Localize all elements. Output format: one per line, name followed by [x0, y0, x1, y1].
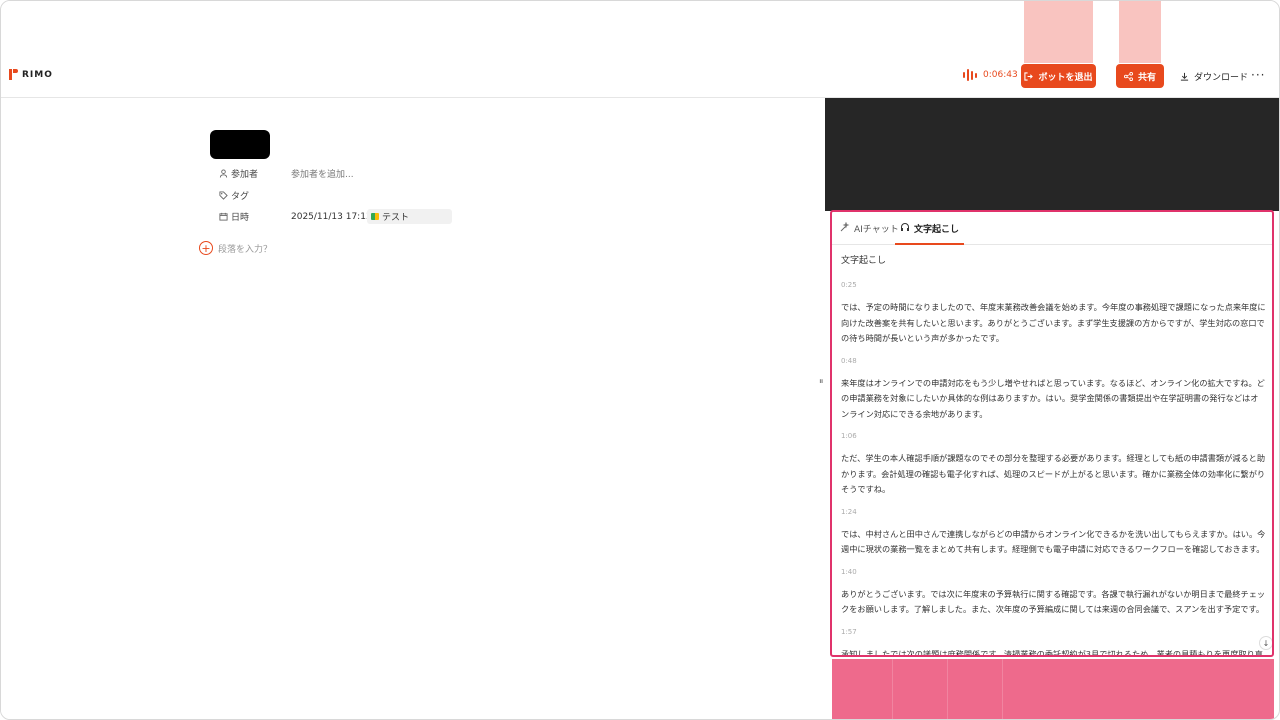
timestamp[interactable]: 1:40	[841, 565, 1266, 579]
tab-transcript[interactable]: 文字起こし	[895, 222, 965, 245]
download-icon	[1180, 72, 1189, 81]
logo-mark-icon	[9, 69, 18, 80]
video-preview	[825, 98, 1279, 211]
transcript-text: では、中村さんと田中さんで連携しながらどの申請からオンライン化できるかを洗い出し…	[841, 528, 1266, 555]
participants-label: 参加者	[231, 170, 259, 180]
transcript-heading: 文字起こし	[841, 256, 887, 266]
transcript-entry[interactable]: 1:40 ありがとうございます。では次に年度末の予算執行に関する確認です。各課で…	[841, 565, 1266, 618]
tag-icon	[217, 190, 229, 202]
timestamp[interactable]: 0:25	[841, 278, 1266, 292]
tab-ai-chat-label: AIチャット	[854, 225, 899, 235]
audio-wave-icon	[963, 68, 977, 82]
scroll-to-bottom-icon[interactable]: ↓	[1259, 636, 1272, 650]
date-row: 日時 2025/11/13 17:13	[217, 210, 372, 223]
calendar-icon	[217, 211, 229, 223]
logo-text: RIMO	[22, 69, 53, 80]
date-value: 2025/11/13 17:13	[291, 211, 372, 222]
transcript-text: では、予定の時間になりましたので、年度末業務改善会議を始めます。今年度の事務処理…	[841, 302, 1266, 343]
page-title-redacted[interactable]	[210, 130, 270, 159]
transcript-entry[interactable]: 1:24 では、中村さんと田中さんで連携しながらどの申請からオンライン化できるか…	[841, 505, 1266, 558]
top-bar: RIMO 0:06:43 ボットを退出 共有 ダウンロード ···	[1, 1, 1279, 98]
transcript-text: ただ、学生の本人確認手順が課題なのでその部分を整理する必要があります。経理として…	[841, 453, 1266, 494]
headphones-icon	[901, 223, 909, 231]
exit-bot-button[interactable]: ボットを退出	[1021, 64, 1096, 88]
calendar-event-title: テスト	[382, 213, 410, 223]
panel-tabs: AIチャット 文字起こし	[832, 212, 1272, 245]
transcript-panel: AIチャット 文字起こし 文字起こし 0:25 では、予定の時間になりましたので…	[830, 210, 1274, 657]
participants-row: 参加者 参加者を追加...	[217, 167, 354, 180]
recording-time: 0:06:43	[983, 70, 1018, 80]
add-paragraph[interactable]: + 段落を入力？	[199, 241, 272, 255]
recording-indicator: 0:06:43	[963, 68, 1018, 82]
download-button[interactable]: ダウンロード	[1180, 64, 1248, 88]
decorative-overlay	[832, 659, 1274, 719]
add-paragraph-placeholder: 段落を入力？	[218, 244, 273, 255]
person-icon	[217, 168, 229, 180]
transcript-list: 0:25 では、予定の時間になりましたので、年度末業務改善会議を始めます。今年度…	[841, 278, 1266, 657]
tab-transcript-label: 文字起こし	[914, 225, 960, 235]
transcript-text: 来年度はオンラインでの申請対応をもう少し増やせればと思っています。なるほど、オン…	[841, 377, 1265, 419]
app-logo[interactable]: RIMO	[9, 69, 53, 80]
transcript-entry[interactable]: 0:48 来年度はオンラインでの申請対応をもう少し増やせればと思っています。なる…	[841, 354, 1266, 423]
download-label: ダウンロード	[1194, 72, 1249, 83]
tags-label[interactable]: タグ	[231, 189, 291, 202]
exit-bot-label: ボットを退出	[1038, 72, 1093, 83]
decorative-overlay	[1024, 1, 1093, 63]
share-label: 共有	[1137, 72, 1156, 83]
timestamp[interactable]: 0:48	[841, 354, 1266, 368]
plus-circle-icon[interactable]: +	[199, 241, 213, 255]
google-calendar-icon	[371, 213, 379, 220]
timestamp[interactable]: 1:06	[841, 429, 1266, 443]
more-options-icon[interactable]: ···	[1251, 68, 1265, 82]
participants-input[interactable]: 参加者を追加...	[291, 167, 354, 180]
transcript-entry[interactable]: 0:25 では、予定の時間になりましたので、年度末業務改善会議を始めます。今年度…	[841, 278, 1266, 347]
app-window: RIMO 0:06:43 ボットを退出 共有 ダウンロード ··· 参加者 参加…	[0, 0, 1280, 720]
tags-row: タグ	[217, 189, 291, 202]
transcript-entry[interactable]: 1:57 承知しましたでは次の議題は庶務関係です。清掃業務の委託契約が3月で切れ…	[841, 625, 1266, 657]
pane-resize-handle[interactable]: ⏸	[819, 377, 824, 387]
document-pane: 参加者 参加者を追加... タグ 日時 2025/11/13 17:13 テスト…	[1, 98, 825, 719]
magic-wand-icon	[840, 222, 850, 232]
decorative-overlay	[1119, 1, 1161, 63]
calendar-event-chip[interactable]: テスト	[367, 209, 452, 224]
tab-ai-chat[interactable]: AIチャット	[840, 222, 899, 245]
timestamp[interactable]: 1:57	[841, 625, 1266, 639]
transcript-entry[interactable]: 1:06 ただ、学生の本人確認手順が課題なのでその部分を整理する必要があります。…	[841, 429, 1266, 498]
timestamp[interactable]: 1:24	[841, 505, 1266, 519]
transcript-text: ありがとうございます。では次に年度末の予算執行に関する確認です。各課で執行漏れが…	[841, 588, 1266, 615]
exit-icon	[1024, 71, 1034, 81]
date-label: 日時	[231, 213, 250, 223]
transcript-text: 承知しましたでは次の議題は庶務関係です。清掃業務の委託契約が3月で切れるため、業…	[841, 648, 1263, 657]
share-icon	[1123, 71, 1133, 81]
share-button[interactable]: 共有	[1116, 64, 1164, 88]
